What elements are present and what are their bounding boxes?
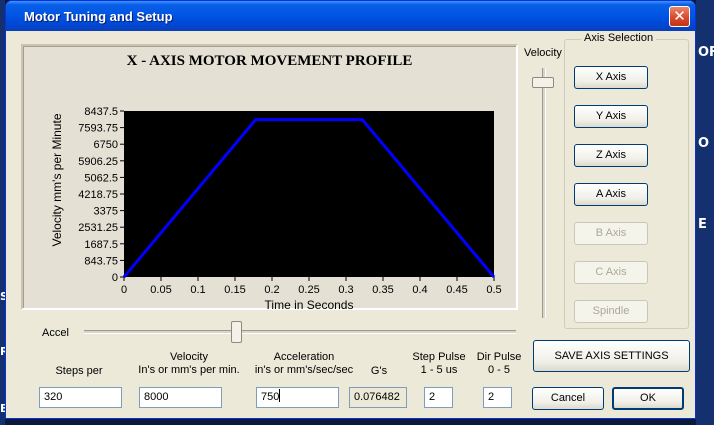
acceleration-label-line1: Acceleration [273,351,335,363]
velocity-label: Velocity In's or mm's per min. [134,351,244,377]
plot-area [124,111,494,277]
step-pulse-label-line1: Step Pulse [412,351,466,363]
x-axis-button[interactable]: X Axis [574,66,648,89]
cancel-button[interactable]: Cancel [532,387,604,410]
accel-slider-track[interactable] [84,330,516,334]
text-caret [279,389,281,402]
dir-pulse-input[interactable]: 2 [483,387,512,408]
x-tick-label: 0.5 [486,284,501,296]
accel-slider-label: Accel [42,327,69,339]
y-tick-label: 3375 [94,206,118,218]
y-tick-label: 2531.25 [78,222,118,234]
ok-button[interactable]: OK [612,387,684,410]
y-tick-label: 1687.5 [84,239,118,251]
y-tick-label: 5062.5 [84,172,118,184]
x-tick-label: 0.4 [412,284,427,296]
gs-label: G's [370,365,388,377]
close-icon[interactable]: ✕ [669,6,690,27]
velocity-slider-label: Velocity [524,47,562,59]
c-axis-button[interactable]: C Axis [574,261,648,284]
dir-pulse-label-line2: 0 - 5 [487,364,510,376]
motion-profile-chart: X - AXIS MOTOR MOVEMENT PROFILE Velocity… [21,44,518,312]
gs-readout: 0.076482 [349,387,407,408]
acceleration-label-line2: in's or mm's/sec/sec [254,364,354,376]
velocity-slider-track[interactable] [542,68,546,318]
x-tick-label: 0.3 [338,284,353,296]
x-tick-label: 0 [121,284,127,296]
step-pulse-label-line2: 1 - 5 us [420,364,458,376]
y-axis-button[interactable]: Y Axis [574,105,648,128]
x-tick-label: 0.1 [190,284,205,296]
save-axis-settings-button[interactable]: SAVE AXIS SETTINGS [533,340,690,372]
y-tick-label: 6750 [94,139,118,151]
step-pulse-label: Step Pulse 1 - 5 us [404,351,474,377]
step-pulse-input[interactable]: 2 [424,387,453,408]
chart-plot: 0 843.75 1687.5 2531.25 3375 4218.75 5062.5 590… [78,106,501,296]
acceleration-input-value: 750 [261,391,280,403]
y-tick-label: 8437.5 [84,106,118,118]
x-tick-label: 0.35 [372,284,393,296]
steps-per-input[interactable]: 320 [39,387,122,408]
y-tick-label: 7593.75 [78,123,118,135]
acceleration-label: Acceleration in's or mm's/sec/sec [249,351,359,377]
title-bar[interactable]: Motor Tuning and Setup ✕ [6,1,695,31]
x-tick-label: 0.25 [298,284,319,296]
axis-selection-legend: Axis Selection [581,32,657,44]
y-tick-label: 0 [112,272,118,284]
b-axis-button[interactable]: B Axis [574,222,648,245]
dir-pulse-label: Dir Pulse 0 - 5 [469,351,529,377]
accel-slider-thumb[interactable] [231,321,242,343]
background-fragment: OF [698,45,714,60]
window-title: Motor Tuning and Setup [24,9,173,24]
x-tick-label: 0.05 [150,284,171,296]
velocity-label-line1: Velocity [170,351,208,363]
velocity-slider-thumb[interactable] [532,77,554,88]
spindle-button[interactable]: Spindle [574,300,648,323]
y-tick-label: 5906.25 [78,156,118,168]
x-tick-label: 0.15 [224,284,245,296]
velocity-input[interactable]: 8000 [139,387,222,408]
x-tick-label: 0.45 [446,284,467,296]
y-tick-label: 843.75 [84,255,118,267]
steps-per-label: Steps per [55,365,103,377]
z-axis-button[interactable]: Z Axis [574,144,648,167]
background-fragment: E [698,217,707,232]
dir-pulse-label-line1: Dir Pulse [476,351,522,363]
velocity-label-line2: In's or mm's per min. [138,364,240,376]
background-strip [696,0,714,425]
a-axis-button[interactable]: A Axis [574,183,648,206]
background-fragment: O [698,136,710,151]
x-tick-label: 0.2 [264,284,279,296]
dialog-body: X - AXIS MOTOR MOVEMENT PROFILE Velocity… [9,31,692,415]
motor-tuning-window: Motor Tuning and Setup ✕ X - AXIS MOTOR … [5,0,696,419]
acceleration-input[interactable]: 750 [256,387,339,408]
y-tick-label: 4218.75 [78,189,118,201]
